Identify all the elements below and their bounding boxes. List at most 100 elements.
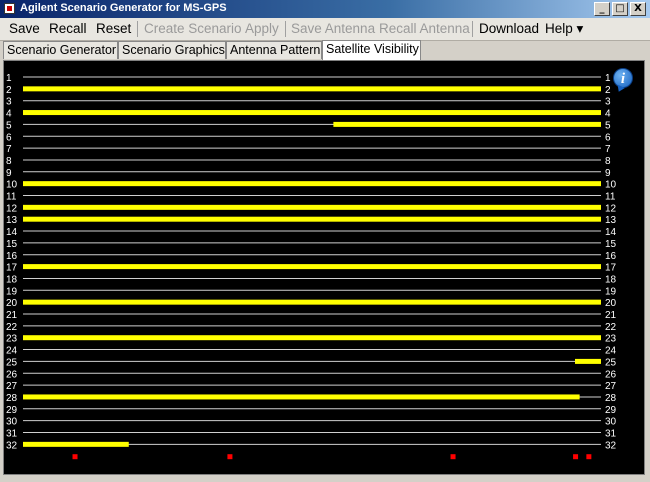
- tab-scenario-graphics[interactable]: Scenario Graphics: [118, 41, 226, 59]
- visibility-bar: [23, 86, 601, 92]
- window-title: Agilent Scenario Generator for MS-GPS: [20, 2, 227, 14]
- title-bar: Agilent Scenario Generator for MS-GPS _ …: [0, 0, 650, 18]
- menu-download[interactable]: Download: [479, 21, 539, 36]
- sat-label-left: 25: [6, 357, 18, 368]
- event-marker: [586, 454, 592, 460]
- sat-label-left: 19: [6, 286, 18, 297]
- sat-label-left: 32: [6, 440, 18, 451]
- menu-apply[interactable]: Apply: [245, 21, 279, 36]
- visibility-bar: [23, 335, 601, 341]
- sat-label-left: 27: [6, 381, 18, 392]
- visibility-bar: [23, 299, 601, 305]
- sat-label-right: 1: [605, 73, 611, 84]
- sat-label-right: 5: [605, 120, 611, 131]
- sat-label-right: 27: [605, 381, 617, 392]
- menu-recall[interactable]: Recall: [49, 21, 87, 36]
- event-marker: [227, 454, 233, 460]
- sat-label-left: 17: [6, 263, 18, 274]
- menu-bar: Save Recall Reset Create Scenario Apply …: [0, 18, 650, 41]
- app-icon: [4, 3, 15, 14]
- sat-label-left: 23: [6, 334, 18, 345]
- sat-label-right: 29: [605, 405, 617, 416]
- sat-label-left: 24: [6, 346, 18, 357]
- tab-antenna-pattern[interactable]: Antenna Pattern: [226, 41, 322, 59]
- menu-save-antenna[interactable]: Save Antenna: [291, 21, 375, 36]
- maximize-button[interactable]: □: [612, 2, 628, 16]
- tab-bar: Scenario Generator Scenario Graphics Ant…: [0, 40, 650, 60]
- tab-scenario-generator[interactable]: Scenario Generator: [3, 41, 118, 59]
- menu-reset[interactable]: Reset: [96, 21, 131, 36]
- sat-label-right: 26: [605, 369, 617, 380]
- sat-label-left: 1: [6, 73, 12, 84]
- sat-label-left: 30: [6, 417, 18, 428]
- sat-label-right: 2: [605, 85, 611, 96]
- sat-label-left: 16: [6, 251, 18, 262]
- sat-label-left: 15: [6, 239, 18, 250]
- sat-label-left: 12: [6, 203, 18, 214]
- menu-help[interactable]: Help ▾: [545, 21, 583, 37]
- visibility-bar: [23, 394, 580, 400]
- sat-label-right: 4: [605, 109, 611, 120]
- sat-label-right: 28: [605, 393, 617, 404]
- close-button[interactable]: X: [630, 2, 646, 16]
- sat-label-right: 30: [605, 417, 617, 428]
- sat-label-left: 22: [6, 322, 18, 333]
- visibility-bar: [23, 110, 601, 116]
- sat-label-right: 16: [605, 251, 617, 262]
- sat-label-right: 31: [605, 429, 617, 440]
- visibility-bar: [333, 121, 601, 127]
- sat-label-right: 6: [605, 132, 611, 143]
- sat-label-right: 12: [605, 203, 617, 214]
- minimize-button[interactable]: _: [594, 2, 610, 16]
- sat-label-right: 22: [605, 322, 617, 333]
- event-marker: [573, 454, 579, 460]
- sat-label-right: 23: [605, 334, 617, 345]
- sat-label-right: 25: [605, 357, 617, 368]
- menu-recall-antenna[interactable]: Recall Antenna: [379, 21, 470, 36]
- sat-label-right: 9: [605, 168, 611, 179]
- event-marker: [450, 454, 456, 460]
- sat-label-right: 32: [605, 440, 617, 451]
- sat-label-right: 18: [605, 274, 617, 285]
- sat-label-left: 8: [6, 156, 12, 167]
- menu-separator: [137, 21, 138, 37]
- menu-separator: [285, 21, 286, 37]
- visibility-bar: [23, 181, 601, 187]
- sat-label-left: 14: [6, 227, 18, 238]
- menu-separator: [472, 21, 473, 37]
- tab-satellite-visibility[interactable]: Satellite Visibility: [322, 40, 421, 60]
- sat-label-right: 14: [605, 227, 617, 238]
- visibility-chart-svg: 1 12 23 34 45 56 67 78 89 910 1011 1112 1213 1314 1415…: [6, 73, 617, 460]
- sat-label-right: 20: [605, 298, 617, 309]
- sat-label-right: 3: [605, 97, 611, 108]
- visibility-bar: [23, 264, 601, 270]
- sat-label-right: 15: [605, 239, 617, 250]
- visibility-bar: [23, 441, 129, 447]
- sat-label-right: 17: [605, 263, 617, 274]
- sat-label-left: 5: [6, 120, 12, 131]
- menu-save[interactable]: Save: [9, 21, 40, 36]
- info-icon[interactable]: i: [613, 68, 633, 88]
- menu-create-scenario[interactable]: Create Scenario: [144, 21, 242, 36]
- sat-label-right: 11: [605, 192, 616, 203]
- sat-label-right: 19: [605, 286, 617, 297]
- sat-label-right: 8: [605, 156, 611, 167]
- sat-label-left: 13: [6, 215, 18, 226]
- sat-label-left: 31: [6, 429, 18, 440]
- sat-label-left: 3: [6, 97, 12, 108]
- sat-label-left: 7: [6, 144, 12, 155]
- sat-label-left: 20: [6, 298, 18, 309]
- sat-label-left: 9: [6, 168, 12, 179]
- sat-label-left: 11: [6, 192, 17, 203]
- sat-label-left: 29: [6, 405, 18, 416]
- sat-label-left: 4: [6, 109, 12, 120]
- sat-label-left: 10: [6, 180, 18, 191]
- event-marker: [72, 454, 78, 460]
- visibility-bar: [574, 358, 601, 364]
- satellite-visibility-plot: 1 1 2 2 3 3 4 4 5 5 6 6 7 7 8 8 9 9 10 10 11 11 12 12 13 13 14 14 15…: [3, 60, 645, 475]
- sat-label-left: 6: [6, 132, 12, 143]
- sat-label-right: 10: [605, 180, 617, 191]
- sat-label-right: 24: [605, 346, 617, 357]
- sat-label-left: 21: [6, 310, 18, 321]
- visibility-bar: [23, 216, 601, 222]
